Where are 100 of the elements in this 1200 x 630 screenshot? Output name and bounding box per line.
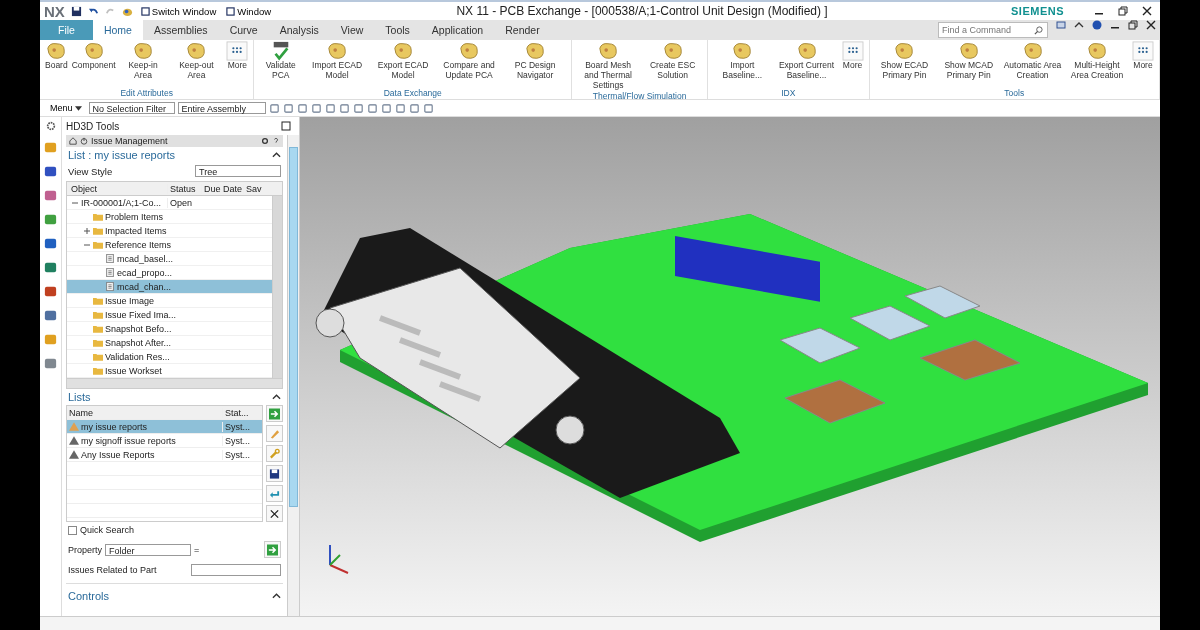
tree-row[interactable]: mcad_basel... xyxy=(67,252,272,266)
collapse-icon[interactable] xyxy=(1074,20,1084,30)
toolbar-icon[interactable] xyxy=(380,102,392,114)
help-icon[interactable] xyxy=(1092,20,1102,30)
tree-row[interactable]: Snapshot After... xyxy=(67,336,272,350)
tree-row[interactable]: Reference Items xyxy=(67,238,272,252)
menu-tab[interactable]: Tools xyxy=(374,20,421,40)
menu-tab[interactable]: Assemblies xyxy=(142,20,219,40)
ribbon-button[interactable]: More xyxy=(224,40,251,88)
selection-filter-dropdown[interactable]: No Selection Filter xyxy=(88,102,175,114)
list-row[interactable]: my issue reports Syst... xyxy=(67,420,262,434)
column-header[interactable]: Object xyxy=(67,183,167,194)
toolbar-icon[interactable] xyxy=(268,102,280,114)
ribbon-button[interactable]: Show MCAD Primary Pin xyxy=(936,40,1002,88)
home-icon[interactable] xyxy=(69,137,77,145)
menu-tab[interactable]: Home xyxy=(92,20,143,40)
ribbon-button[interactable]: Compare and Update PCA xyxy=(436,40,503,88)
menu-tab[interactable]: Curve xyxy=(218,20,269,40)
ribbon-button[interactable]: Keep-out Area xyxy=(168,40,225,88)
settings-icon[interactable] xyxy=(261,137,269,145)
resource-bar-icon[interactable] xyxy=(43,212,58,227)
toolbar-icon[interactable] xyxy=(324,102,336,114)
tree-row[interactable]: Issue Image xyxy=(67,294,272,308)
scrollbar[interactable] xyxy=(287,135,299,616)
ribbon-button[interactable]: Board xyxy=(43,40,70,88)
ribbon-button[interactable]: Export Current Baseline... xyxy=(773,40,840,88)
toolbar-icon[interactable] xyxy=(394,102,406,114)
collapse-icon[interactable] xyxy=(272,152,281,158)
menu-tab[interactable]: Render xyxy=(494,20,551,40)
resource-bar-icon[interactable] xyxy=(43,260,58,275)
part-dropdown[interactable] xyxy=(191,564,281,576)
quick-access-button[interactable]: Switch Window xyxy=(138,5,219,17)
menu-tab[interactable]: View xyxy=(329,20,375,40)
plus-icon[interactable] xyxy=(83,226,91,235)
resource-bar-icon[interactable] xyxy=(43,284,58,299)
tree-row[interactable]: Validation Res... xyxy=(67,350,272,364)
resource-bar-icon[interactable] xyxy=(43,164,58,179)
menu-button[interactable]: Menu xyxy=(46,103,86,113)
ribbon-button[interactable]: Show ECAD Primary Pin xyxy=(872,40,937,88)
tree-row[interactable]: IR-000001/A;1-Co... Open xyxy=(67,196,272,210)
restore-icon[interactable] xyxy=(1128,20,1138,30)
menu-tab[interactable]: Analysis xyxy=(268,20,330,40)
graphics-viewport[interactable] xyxy=(300,117,1160,616)
column-header[interactable]: Name xyxy=(67,407,222,418)
collapse-icon[interactable] xyxy=(272,394,281,400)
delete-button[interactable] xyxy=(266,505,283,522)
ribbon-button[interactable]: Create ESC Solution xyxy=(641,40,705,92)
save-icon[interactable] xyxy=(70,5,82,17)
ribbon-button[interactable]: Validate PCA xyxy=(257,40,305,88)
tree-row[interactable]: Impacted Items xyxy=(67,224,272,238)
command-search-box[interactable]: Find a Command xyxy=(938,22,1048,38)
resource-bar-icon[interactable] xyxy=(43,308,58,323)
menu-tab[interactable]: Application xyxy=(420,20,495,40)
apply-button[interactable] xyxy=(264,541,281,558)
ribbon-button[interactable]: Export ECAD Model xyxy=(370,40,437,88)
column-header[interactable]: Due Date xyxy=(201,183,243,194)
close-icon[interactable] xyxy=(1146,20,1156,30)
collapse-icon[interactable] xyxy=(272,593,281,599)
checkbox[interactable] xyxy=(68,525,77,535)
resource-bar-icon[interactable] xyxy=(43,356,58,371)
toolbar-icon[interactable] xyxy=(310,102,322,114)
maximize-icon[interactable] xyxy=(281,121,291,131)
toolbar-icon[interactable] xyxy=(338,102,350,114)
ribbon-button[interactable]: Multi-Height Area Creation xyxy=(1064,40,1130,88)
toolbar-icon[interactable] xyxy=(296,102,308,114)
property-dropdown[interactable]: Folder xyxy=(105,543,191,556)
save-button[interactable] xyxy=(266,465,283,482)
settings-icon[interactable] xyxy=(45,121,56,131)
restore-icon[interactable] xyxy=(1118,6,1128,16)
ribbon-button[interactable]: Component xyxy=(69,40,118,88)
window-icon[interactable] xyxy=(1056,20,1066,30)
scrollbar-thumb[interactable] xyxy=(289,147,298,507)
ribbon-button[interactable]: Keep-in Area xyxy=(117,40,169,88)
ribbon-button[interactable]: More xyxy=(1130,40,1156,88)
close-icon[interactable] xyxy=(1142,6,1152,16)
tree-row[interactable]: mcad_chan... xyxy=(67,280,272,294)
edit-button[interactable] xyxy=(266,425,283,442)
help-icon[interactable] xyxy=(272,137,280,145)
scope-dropdown[interactable]: Entire Assembly xyxy=(177,102,266,114)
ribbon-button[interactable]: Automatic Area Creation xyxy=(1001,40,1064,88)
ribbon-button[interactable]: Import Baseline... xyxy=(711,40,774,88)
column-header[interactable]: Status xyxy=(167,183,201,194)
tree-row[interactable]: Problem Items xyxy=(67,210,272,224)
list-row[interactable]: my signoff issue reports Syst... xyxy=(67,434,262,448)
resource-bar-icon[interactable] xyxy=(43,236,58,251)
toolbar-icon[interactable] xyxy=(366,102,378,114)
ribbon-button[interactable]: PC Design Navigator xyxy=(502,40,569,88)
toolbar-icon[interactable] xyxy=(422,102,434,114)
column-header[interactable]: Stat... xyxy=(222,407,250,418)
tree-row[interactable]: Issue Fixed Ima... xyxy=(67,308,272,322)
ribbon-button[interactable]: More xyxy=(839,40,866,88)
apply-button[interactable] xyxy=(266,405,283,422)
scrollbar[interactable] xyxy=(67,378,282,388)
toolbar-icon[interactable] xyxy=(352,102,364,114)
view-style-dropdown[interactable]: Tree xyxy=(195,165,281,177)
search-icon[interactable] xyxy=(1034,25,1043,35)
power-icon[interactable] xyxy=(80,137,88,145)
scrollbar[interactable] xyxy=(272,196,282,378)
list-row[interactable]: Any Issue Reports Syst... xyxy=(67,448,262,462)
column-header[interactable]: Sav xyxy=(243,183,282,194)
